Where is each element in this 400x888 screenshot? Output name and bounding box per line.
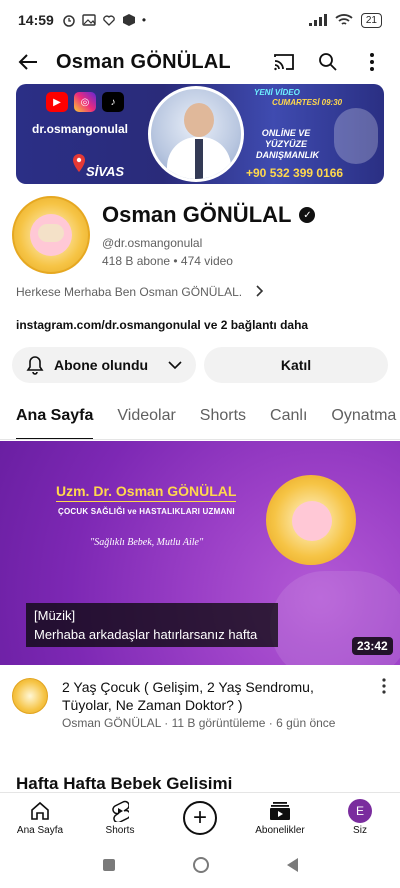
app-header: Osman GÖNÜLAL <box>0 40 400 84</box>
tab-home[interactable]: Ana Sayfa <box>16 396 94 439</box>
channel-info: Osman GÖNÜLAL ✓ @dr.osmangonulal 418 B a… <box>12 194 388 274</box>
status-bar: 14:59 • 21 <box>0 0 400 40</box>
video-title[interactable]: 2 Yaş Çocuk ( Gelişim, 2 Yaş Sendromu, T… <box>62 678 362 714</box>
youtube-logo-icon: ▶ <box>46 92 68 112</box>
bell-icon <box>26 356 44 375</box>
banner-city: SİVAS <box>86 164 125 179</box>
status-right: 21 <box>308 12 382 28</box>
video-channel-avatar[interactable] <box>12 678 48 714</box>
thumb-slogan: "Sağlıklı Bebek, Mutlu Aile" <box>90 537 204 548</box>
nav-you[interactable]: E Siz <box>320 793 400 842</box>
banner-consult: ONLİNE VE YÜZYÜZE DANIŞMANLIK <box>256 128 319 160</box>
banner-phone: +90 532 399 0166 <box>246 166 344 180</box>
nav-home-label: Ana Sayfa <box>16 825 64 836</box>
home-icon <box>31 801 49 820</box>
subscribed-label: Abone olundu <box>54 357 149 373</box>
signal-icon <box>308 14 327 26</box>
instagram-logo-icon: ◎ <box>74 92 96 112</box>
plus-icon: + <box>183 800 217 835</box>
verified-check-icon: ✓ <box>299 207 316 223</box>
tab-videos[interactable]: Videolar <box>117 396 175 439</box>
channel-description-text: Herkese Merhaba Ben Osman GÖNÜLAL. <box>16 285 243 299</box>
user-avatar: E <box>348 799 372 823</box>
header-actions <box>266 44 390 80</box>
video-more-button[interactable] <box>382 678 386 699</box>
video-subtitle: Osman GÖNÜLAL · 11 B görüntüleme · 6 gün… <box>62 716 336 730</box>
thumb-subtitle: ÇOCUK SAĞLIĞI ve HASTALIKLARI UZMANI <box>58 507 235 516</box>
home-circle-icon[interactable] <box>192 857 209 873</box>
join-button[interactable]: Katıl <box>204 347 388 383</box>
subscribed-button[interactable]: Abone olundu <box>12 347 196 383</box>
more-options-button[interactable] <box>354 44 390 80</box>
channel-name: Osman GÖNÜLAL ✓ <box>102 202 316 228</box>
recents-icon[interactable] <box>102 859 115 871</box>
search-icon <box>319 53 337 71</box>
video-captions: [Müzik] Merhaba arkadaşlar hatırlarsanız… <box>26 603 278 647</box>
video-meta[interactable]: 2 Yaş Çocuk ( Gelişim, 2 Yaş Sendromu, T… <box>12 676 388 736</box>
channel-name-text: Osman GÖNÜLAL <box>102 202 292 227</box>
banner-new-video: YENİ VİDEO <box>254 88 300 97</box>
heart-icon <box>103 15 115 26</box>
channel-handle: @dr.osmangonulal <box>102 236 203 250</box>
chevron-right-icon <box>256 284 264 300</box>
arrow-left-icon <box>18 54 37 70</box>
channel-links[interactable]: instagram.com/dr.osmangonulal ve 2 bağla… <box>16 318 308 332</box>
tab-playlists[interactable]: Oynatma listeleri <box>331 396 400 439</box>
tiktok-logo-icon: ♪ <box>102 92 124 112</box>
phone-illustration-icon <box>334 108 378 164</box>
gallery-icon <box>82 14 96 26</box>
nav-home[interactable]: Ana Sayfa <box>0 793 80 842</box>
nav-subscriptions[interactable]: Abonelikler <box>240 793 320 842</box>
subscriptions-icon <box>270 802 290 820</box>
kebab-menu-icon <box>370 53 374 71</box>
nav-you-label: Siz <box>353 825 367 836</box>
alarm-icon <box>63 15 75 27</box>
thumb-channel-logo <box>266 475 356 565</box>
notification-icons: • <box>62 13 146 27</box>
search-button[interactable] <box>310 44 346 80</box>
cast-icon <box>274 54 294 71</box>
channel-avatar[interactable] <box>12 196 90 274</box>
caption-line-1: [Müzik] <box>34 608 76 623</box>
banner-schedule: CUMARTESİ 09:30 <box>272 98 343 107</box>
nav-shorts[interactable]: Shorts <box>80 793 160 842</box>
shorts-icon <box>112 800 129 822</box>
nav-shorts-label: Shorts <box>105 825 135 836</box>
system-nav-bar <box>0 842 400 888</box>
thumb-title: Uzm. Dr. Osman GÖNÜLAL <box>56 483 237 502</box>
battery-icon: 21 <box>360 12 382 28</box>
channel-banner: ▶ ◎ ♪ dr.osmangonulal SİVAS YENİ VİDEO C… <box>16 84 384 184</box>
channel-stats: 418 B abone • 474 video <box>102 254 233 268</box>
chevron-down-icon <box>168 361 182 370</box>
box-icon <box>122 14 135 26</box>
channel-description[interactable]: Herkese Merhaba Ben Osman GÖNÜLAL. <box>16 284 384 300</box>
header-title: Osman GÖNÜLAL <box>56 50 231 73</box>
section-title: Hafta Hafta Bebek Gelisimi <box>16 774 233 793</box>
tab-live[interactable]: Canlı <box>270 396 307 439</box>
kebab-menu-icon <box>382 678 386 694</box>
nav-create[interactable]: + <box>160 793 240 842</box>
bottom-nav: Ana Sayfa Shorts + Abonelikler E Siz <box>0 792 400 842</box>
location-pin-icon <box>73 154 85 172</box>
banner-handle: dr.osmangonulal <box>32 122 129 136</box>
channel-tabs: Ana Sayfa Videolar Shorts Canlı Oynatma … <box>0 396 400 440</box>
back-button[interactable] <box>10 44 46 80</box>
back-triangle-icon[interactable] <box>286 858 298 872</box>
tab-shorts[interactable]: Shorts <box>200 396 246 439</box>
banner-doctor-photo <box>148 86 244 182</box>
caption-line-2: Merhaba arkadaşlar hatırlarsanız hafta <box>34 627 258 642</box>
wifi-icon <box>335 14 353 25</box>
status-time: 14:59 <box>18 12 54 28</box>
dot-icon: • <box>141 13 147 27</box>
nav-subscriptions-label: Abonelikler <box>255 825 305 836</box>
cast-button[interactable] <box>266 44 302 80</box>
social-logos: ▶ ◎ ♪ <box>46 92 124 112</box>
video-duration-badge: 23:42 <box>352 637 393 655</box>
